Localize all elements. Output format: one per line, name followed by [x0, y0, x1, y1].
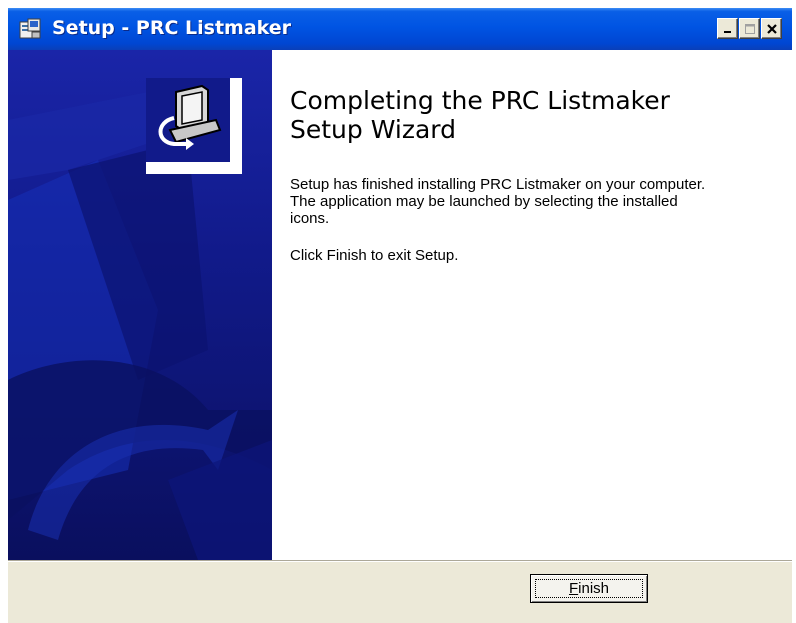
installer-computer-icon [146, 78, 230, 162]
installer-logo [146, 78, 242, 174]
finished-line2: The application may be launched by selec… [290, 193, 678, 210]
finish-button[interactable]: Finish [530, 574, 648, 603]
wizard-message: Setup has finished installing PRC Listma… [290, 176, 780, 284]
wizard-sidebar-image [8, 50, 272, 560]
page-title: Completing the PRC Listmaker Setup Wizar… [290, 86, 770, 144]
exit-instruction: Click Finish to exit Setup. [290, 247, 459, 264]
wizard-content: Completing the PRC Listmaker Setup Wizar… [272, 50, 792, 560]
close-icon [766, 23, 777, 34]
focus-rectangle [535, 579, 643, 598]
footer-divider [8, 560, 792, 562]
finished-line3: icons. [290, 210, 330, 227]
maximize-button[interactable] [739, 18, 760, 39]
finished-paragraph: Setup has finished installing PRC Listma… [290, 176, 780, 227]
minimize-button[interactable] [717, 18, 738, 39]
setup-window: Setup - PRC Listmaker Completing the PRC… [8, 8, 792, 623]
setup-icon [19, 18, 41, 39]
maximize-icon [744, 23, 755, 34]
title-bar[interactable]: Setup - PRC Listmaker [8, 8, 792, 50]
minimize-icon [723, 30, 731, 33]
page-title-line2: Setup Wizard [290, 115, 456, 144]
finished-line1: Setup has finished installing PRC Listma… [290, 176, 706, 193]
page-title-line1: Completing the PRC Listmaker [290, 86, 670, 115]
window-title: Setup - PRC Listmaker [52, 17, 292, 39]
close-button[interactable] [761, 18, 782, 39]
